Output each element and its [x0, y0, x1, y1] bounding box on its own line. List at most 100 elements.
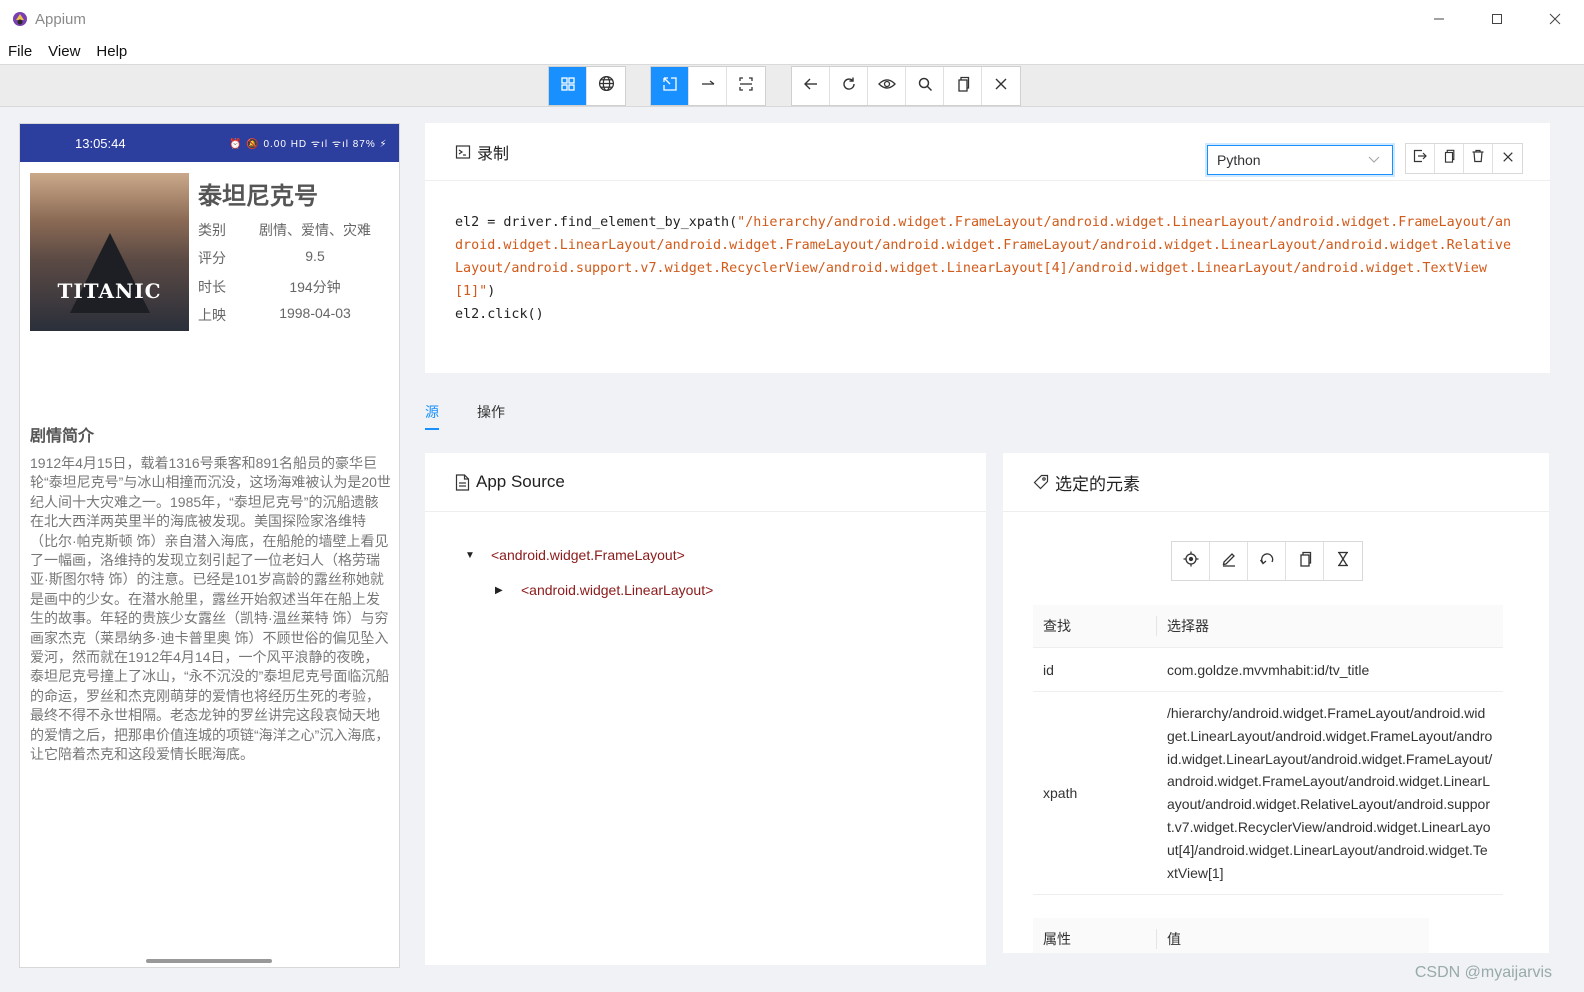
recorded-code: el2 = driver.find_element_by_xpath("/hie…	[455, 211, 1515, 326]
send-keys-button[interactable]	[1210, 542, 1248, 580]
row-value[interactable]: com.goldze.mvvmhabit:id/tv_title	[1156, 662, 1503, 678]
title-bar: Appium	[0, 0, 1584, 38]
trash-icon	[1471, 149, 1485, 168]
toolbar	[0, 64, 1584, 107]
close-icon	[1502, 150, 1514, 168]
target-icon	[1183, 551, 1199, 572]
app-source-panel: App Source ▼ <android.widget.FrameLayout…	[425, 453, 986, 965]
movie-title[interactable]: 泰坦尼克号	[198, 176, 318, 211]
code-line2: el2.click()	[455, 307, 544, 322]
clear-code-button[interactable]	[1464, 144, 1493, 173]
tree-node-label: <android.widget.FrameLayout>	[491, 547, 685, 563]
undo-icon	[1259, 551, 1275, 572]
inspector-tabs: 源 操作	[425, 398, 543, 432]
caret-down-icon[interactable]: ▼	[465, 550, 483, 561]
chevron-down-icon	[1368, 152, 1380, 168]
tap-element-button[interactable]	[1172, 542, 1210, 580]
timing-button[interactable]	[1324, 542, 1362, 580]
tab-actions[interactable]: 操作	[477, 398, 505, 432]
appium-logo-icon	[11, 10, 29, 28]
copy-icon	[1297, 551, 1313, 572]
info-label: 上映	[198, 307, 226, 323]
header-attribute: 属性	[1043, 931, 1071, 948]
selected-element-panel: 选定的元素 查找 选择器 id com.goldze.mvvmhabit:id/…	[1003, 453, 1549, 953]
copy-xml-button[interactable]	[944, 67, 982, 105]
tree-node-label: <android.widget.LinearLayout>	[521, 582, 714, 598]
app-source-title: App Source	[476, 472, 565, 491]
synopsis-heading: 剧情简介	[30, 428, 95, 445]
tag-icon	[1033, 474, 1049, 490]
copy-code-button[interactable]	[1435, 144, 1464, 173]
tab-source[interactable]: 源	[425, 398, 439, 430]
table-row: id com.goldze.mvvmhabit:id/tv_title	[1033, 648, 1503, 692]
eye-icon	[877, 76, 896, 97]
header-selector: 选择器	[1156, 616, 1503, 636]
close-window-button[interactable]	[1526, 0, 1584, 38]
phone-status-bar: 13:05:44 ⏰ 🔕 0.00 HD ᯤıl ᯤıl 87% ⚡	[20, 124, 399, 162]
code-suffix: )	[487, 284, 496, 299]
refresh-icon	[841, 76, 857, 97]
table-row: xpath /hierarchy/android.widget.FrameLay…	[1033, 692, 1503, 896]
info-row-rating: 评分 9.5	[198, 248, 380, 268]
back-button[interactable]	[792, 67, 830, 105]
info-value: 9.5	[305, 248, 325, 264]
app-source-header: App Source	[425, 453, 986, 512]
tap-coordinates-button[interactable]	[727, 67, 765, 105]
code-prefix: el2 = driver.find_element_by_xpath(	[455, 215, 738, 230]
synopsis-text: 1912年4月15日，载着1316号乘客和891名船员的豪华巨轮“泰坦尼克号”与…	[30, 455, 391, 763]
interaction-group	[650, 66, 766, 106]
info-row-release: 上映 1998-04-03	[198, 305, 380, 325]
info-value: 剧情、爱情、灾难	[259, 222, 371, 238]
tree-node-linearlayout[interactable]: ▶ <android.widget.LinearLayout>	[495, 582, 713, 598]
edit-icon	[1221, 551, 1237, 572]
search-elements-button[interactable]	[906, 67, 944, 105]
menu-help[interactable]: Help	[96, 43, 127, 60]
copy-icon	[955, 76, 971, 97]
actions-group	[791, 66, 1021, 106]
info-value: 1998-04-03	[279, 305, 351, 321]
selector-table: 查找 选择器 id com.goldze.mvvmhabit:id/tv_tit…	[1033, 605, 1503, 953]
native-mode-button[interactable]	[549, 67, 587, 105]
clear-element-button[interactable]	[1248, 542, 1286, 580]
arrow-right-icon	[700, 76, 716, 97]
minimize-button[interactable]	[1410, 0, 1468, 38]
arrow-left-icon	[803, 76, 819, 97]
attributes-table-header: 属性 值	[1033, 918, 1429, 953]
copy-attributes-button[interactable]	[1286, 542, 1324, 580]
recorder-panel: 录制 Python el2 = driver.find_element_by_x…	[425, 123, 1550, 373]
select-cursor-icon	[662, 76, 678, 97]
row-value[interactable]: /hierarchy/android.widget.FrameLayout/an…	[1156, 692, 1503, 894]
view-mode-group	[548, 66, 626, 106]
file-icon	[455, 473, 470, 491]
close-icon	[994, 77, 1008, 96]
menu-view[interactable]: View	[48, 43, 80, 60]
menu-file[interactable]: File	[8, 43, 32, 60]
scan-icon	[738, 76, 754, 97]
grid-icon	[560, 76, 576, 97]
info-label: 时长	[198, 279, 226, 295]
info-label: 类别	[198, 222, 226, 238]
select-element-button[interactable]	[651, 67, 689, 105]
device-screenshot[interactable]: 13:05:44 ⏰ 🔕 0.00 HD ᯤıl ᯤıl 87% ⚡ TITAN…	[19, 123, 400, 968]
globe-icon	[598, 75, 615, 97]
web-mode-button[interactable]	[587, 67, 625, 105]
swipe-button[interactable]	[689, 67, 727, 105]
hourglass-icon	[1336, 551, 1350, 572]
quit-session-button[interactable]	[982, 67, 1020, 105]
poster-title: TITANIC	[57, 279, 162, 303]
language-select[interactable]: Python	[1207, 145, 1393, 175]
refresh-button[interactable]	[830, 67, 868, 105]
maximize-button[interactable]	[1468, 0, 1526, 38]
phone-time: 13:05:44	[75, 135, 126, 151]
recorder-title: 录制	[477, 145, 510, 163]
export-icon	[1413, 149, 1427, 168]
row-key: xpath	[1043, 785, 1078, 802]
show-boilerplate-button[interactable]	[1406, 144, 1435, 173]
selected-element-title: 选定的元素	[1055, 474, 1140, 494]
tree-node-framelayout[interactable]: ▼ <android.widget.FrameLayout>	[465, 547, 685, 563]
movie-poster[interactable]: TITANIC	[30, 173, 189, 331]
recording-button[interactable]	[868, 67, 906, 105]
caret-right-icon[interactable]: ▶	[495, 585, 513, 596]
header-find: 查找	[1043, 618, 1071, 634]
close-recorder-button[interactable]	[1493, 144, 1522, 173]
